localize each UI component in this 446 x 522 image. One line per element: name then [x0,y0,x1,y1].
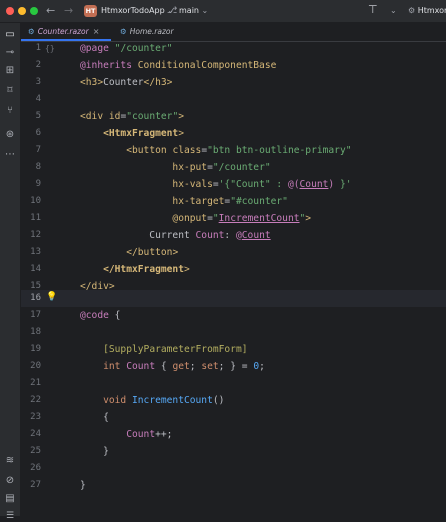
database-icon[interactable]: ≋ [0,455,20,467]
code-line: } [80,446,109,457]
line-number: 10 [30,196,41,206]
tab-home-razor[interactable]: ⚙ Home.razor [113,23,174,41]
toolbar-action-icon[interactable]: ⊤ [368,3,378,17]
code-line: void IncrementCount() [103,395,225,406]
code-line: Current Count: @Count [80,230,271,241]
run-config-icon: ⚙ [408,6,416,15]
code-line: { [80,412,109,423]
code-line: <h3>Counter</h3> [80,77,173,88]
editor-tabs: ⚙ Counter.razor × ⚙ Home.razor [21,23,446,42]
close-window-button[interactable] [6,7,14,15]
razor-braces-icon: {} [45,44,55,53]
project-selector[interactable]: HtmxorTodoApp ⌄ [101,5,174,17]
line-number: 8 [35,162,41,172]
plugins-icon[interactable]: ⊛ [0,129,20,141]
line-number: 21 [30,378,41,388]
code-line: hx-put="/counter" [172,162,271,173]
code-line: int Count { get; set; } = 0; [103,361,265,372]
line-number: 24 [30,429,41,439]
forward-arrow-icon[interactable]: → [64,4,73,18]
line-number: 17 [30,310,41,320]
folder-icon[interactable]: ▭ [0,29,20,41]
chevron-down-icon[interactable]: ⌄ [390,5,397,17]
line-number: 3 [35,77,41,87]
line-number: 5 [35,111,41,121]
branch-selector[interactable]: main ⌄ [179,5,208,17]
line-number: 20 [30,361,41,371]
line-number: 19 [30,344,41,354]
line-number: 1 [35,43,41,53]
code-editor[interactable]: 1 2 3 4 5 6 7 8 9 10 11 12 13 14 15 16 1… [21,42,446,516]
code-line: </HtmxFragment> [103,264,190,275]
current-line-highlight [21,290,446,307]
tab-label: Counter.razor [37,27,89,36]
line-number: 22 [30,395,41,405]
code-line: @onput="IncrementCount"> [172,213,312,224]
line-number: 27 [30,480,41,490]
code-line: <div id="counter"> [80,111,184,122]
close-icon[interactable]: × [93,27,100,36]
line-number: 2 [35,60,41,70]
lightbulb-icon[interactable]: 💡 [46,292,57,302]
tab-label: Home.razor [129,27,174,36]
code-line: Count++; [126,429,173,440]
code-line: </div> [80,281,115,292]
more-icon[interactable]: ⋯ [0,149,20,161]
branch-icon: ⎇ [167,6,178,16]
run-icon[interactable]: ⊘ [0,475,20,487]
line-number: 25 [30,446,41,456]
line-number: 26 [30,463,41,473]
line-number: 18 [30,327,41,337]
line-number: 4 [35,94,41,104]
code-line: [SupplyParameterFromForm] [103,344,248,355]
line-number: 12 [30,230,41,240]
razor-file-icon: ⚙ [120,27,127,36]
code-line: <HtmxFragment> [103,128,184,139]
bookmark-icon[interactable]: ⌑ [0,85,20,97]
tool-window-sidebar: ▭ ⊸ ⊞ ⌑ ⑂ ⊛ ⋯ ≋ ⊘ ▤ ☰ [0,23,21,521]
line-number: 9 [35,179,41,189]
code-line: hx-target="#counter" [172,196,288,207]
line-number: 14 [30,264,41,274]
code-line: <button class="btn btn-outline-primary" [126,145,352,156]
line-number: 23 [30,412,41,422]
minimize-window-button[interactable] [18,7,26,15]
line-number: 6 [35,128,41,138]
back-arrow-icon[interactable]: ← [46,4,55,18]
code-line: </button> [126,247,179,258]
zoom-window-button[interactable] [30,7,38,15]
code-line: } [80,480,86,491]
chevron-down-icon: ⌄ [201,6,209,15]
line-number: 15 [30,281,41,291]
razor-file-icon: ⚙ [28,27,35,36]
line-number: 11 [30,213,41,223]
title-bar: ← → HT HtmxorTodoApp ⌄ ⎇ main ⌄ ⊤ ⌄ ⚙ Ht… [0,0,446,23]
run-configuration-label: Htmxor [417,6,446,15]
run-configuration[interactable]: ⚙ Htmxor [408,5,446,17]
commit-icon[interactable]: ⊸ [0,47,20,59]
project-badge[interactable]: HT [84,5,97,17]
tab-counter-razor[interactable]: ⚙ Counter.razor × [21,23,111,41]
problems-icon[interactable]: ☰ [0,510,20,522]
line-number: 7 [35,145,41,155]
code-line: hx-vals='{"Count" : @(Count) }' [172,179,352,190]
code-line: @inherits ConditionalComponentBase [80,60,277,71]
pull-request-icon[interactable]: ⑂ [0,105,20,117]
terminal-icon[interactable]: ▤ [0,493,20,505]
line-number: 16 [30,293,41,303]
code-line: @page "/counter" [80,43,173,54]
line-number: 13 [30,247,41,257]
structure-icon[interactable]: ⊞ [0,65,20,77]
branch-name: main [179,6,199,15]
code-line: @code { [80,310,121,321]
project-name: HtmxorTodoApp [101,6,165,15]
